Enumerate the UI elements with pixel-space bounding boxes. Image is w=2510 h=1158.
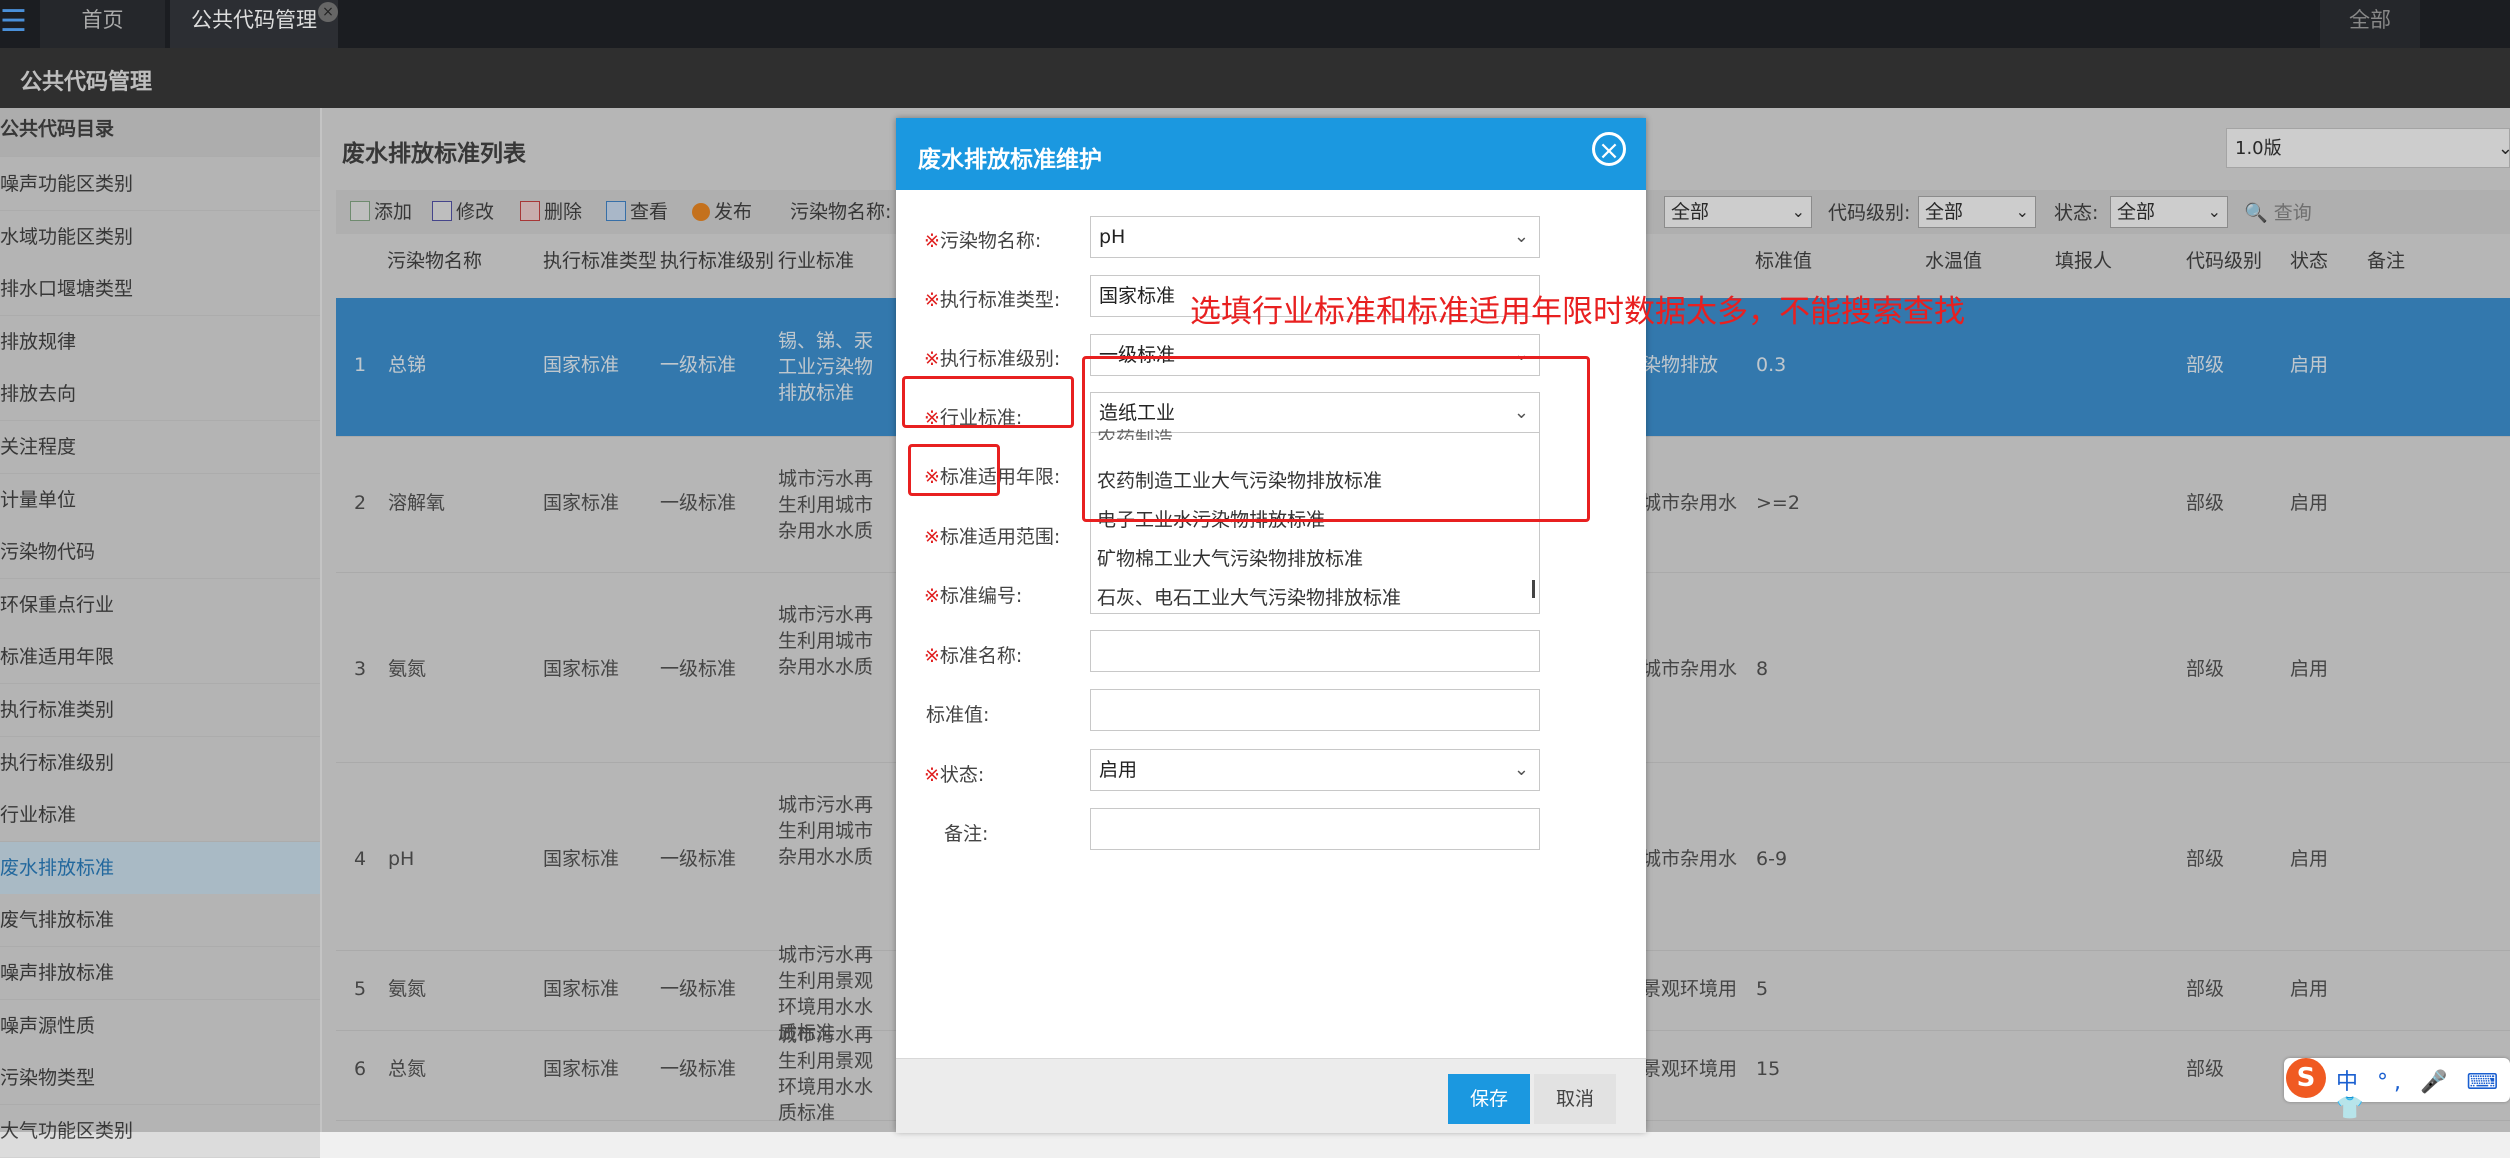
std-level-label: ※执行标准级别: [924,348,1061,370]
dropdown-scrollbar[interactable] [1532,580,1535,598]
chevron-down-icon: ⌄ [1513,759,1529,780]
close-icon[interactable]: × [318,2,338,22]
cancel-button[interactable]: 取消 [1534,1074,1616,1124]
dropdown-option[interactable]: 石灰、电石工业大气污染物排放标准 [1097,583,1401,610]
tab-public-code[interactable]: 公共代码管理 [170,0,338,48]
std-value-label: 标准值: [926,704,990,726]
remark-label: 备注: [944,823,989,845]
annotation-box-years-label [908,444,1000,496]
std-name-input[interactable] [1090,630,1540,672]
status-select[interactable]: 启用 ⌄ [1090,749,1540,791]
annotation-box-dropdown [1082,356,1590,522]
std-no-label: ※标准编号: [924,585,1023,607]
pollutant-select[interactable]: pH ⌄ [1090,216,1540,258]
edit-dialog [896,118,1646,1132]
dropdown-option[interactable]: 矿物棉工业大气污染物排放标准 [1097,544,1363,571]
dialog-title: 废水排放标准维护 [918,147,1102,173]
sogou-logo-icon[interactable]: S [2286,1058,2326,1098]
status-label: ※状态: [924,764,985,786]
scope-label: ※标准适用范围: [924,526,1061,548]
top-bar [0,0,2510,48]
std-value-input[interactable] [1090,689,1540,731]
std-type-label: ※执行标准类型: [924,289,1061,311]
close-icon[interactable]: × [1592,132,1626,166]
top-all-button[interactable]: 全部 [2320,0,2420,48]
chevron-down-icon: ⌄ [1513,226,1529,247]
pollutant-label: ※污染物名称: [924,230,1042,252]
remark-input[interactable] [1090,808,1540,850]
save-button[interactable]: 保存 [1448,1074,1530,1124]
std-name-label: ※标准名称: [924,645,1023,667]
annotation-box-industry-label [902,376,1074,428]
list-icon[interactable]: ☰ [0,4,34,40]
tab-home[interactable]: 首页 [40,0,165,48]
ime-status[interactable]: 中 °, 🎤 ⌨ 👕 [2336,1064,2510,1121]
annotation-note: 选填行业标准和标准适用年限时数据太多，不能搜索查找 [1190,294,1965,330]
